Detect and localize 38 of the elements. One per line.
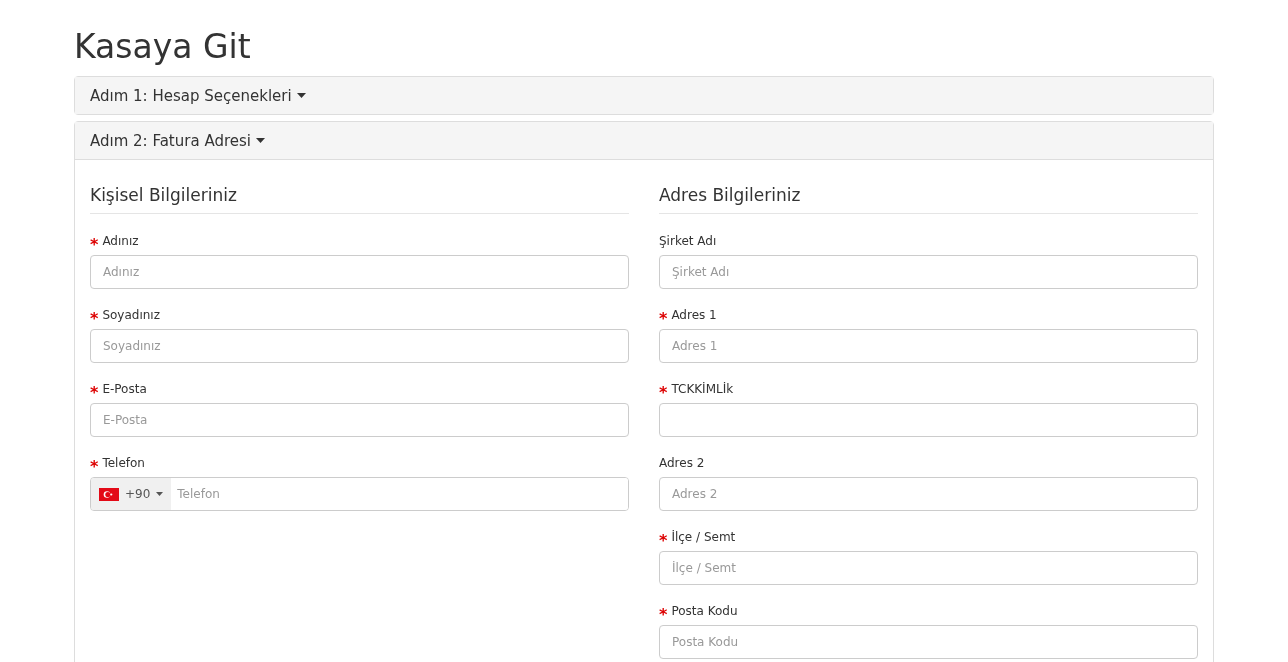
required-mark: * [90, 457, 99, 476]
field-label: Telefon [102, 456, 145, 470]
phone-field[interactable]: +90 Telefon [90, 477, 629, 511]
page-title: Kasaya Git [74, 26, 251, 68]
required-mark: * [659, 605, 668, 624]
input-field[interactable]: Adres 2 [659, 477, 1198, 511]
field-label: Şirket Adı [659, 234, 717, 248]
input-field[interactable]: Şirket Adı [659, 255, 1198, 289]
step-header[interactable]: Adım 1: Hesap Seçenekleri [90, 86, 306, 105]
caret-icon [156, 492, 164, 496]
caret-icon [296, 93, 306, 98]
field-label: Posta Kodu [671, 604, 738, 618]
caret-icon [255, 138, 265, 143]
input-field[interactable] [659, 403, 1198, 437]
required-mark: * [90, 309, 99, 328]
field-label: Adınız [102, 234, 139, 248]
country-selector[interactable]: +90 [91, 478, 172, 510]
step-header[interactable]: Adım 2: Fatura Adresi [90, 131, 265, 150]
section-heading: Kişisel Bilgileriniz [90, 184, 238, 207]
input-field[interactable]: Adres 1 [659, 329, 1198, 363]
flag-icon [99, 487, 119, 501]
field-label: E-Posta [102, 382, 147, 396]
field-label: TCKKİMLİk [671, 382, 734, 396]
input-field[interactable]: Adınız [90, 255, 629, 289]
required-mark: * [659, 531, 668, 550]
section-heading: Adres Bilgileriniz [659, 184, 802, 207]
required-mark: * [659, 309, 668, 328]
input-field[interactable]: Soyadınız [90, 329, 629, 363]
input-field[interactable]: İlçe / Semt [659, 551, 1198, 585]
required-mark: * [90, 235, 99, 254]
field-label: Soyadınız [102, 308, 160, 322]
required-mark: * [659, 383, 668, 402]
required-mark: * [90, 383, 99, 402]
field-label: Adres 2 [659, 456, 705, 470]
field-label: İlçe / Semt [671, 530, 736, 544]
input-field[interactable]: E-Posta [90, 403, 629, 437]
field-label: Adres 1 [671, 308, 717, 322]
input-field[interactable]: Posta Kodu [659, 625, 1198, 659]
